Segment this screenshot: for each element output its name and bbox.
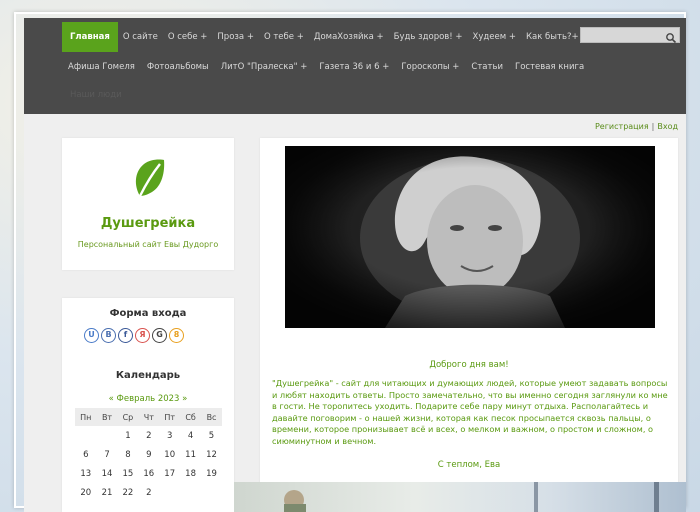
calendar-week-row: 13 14 15 16 17 18 19 (75, 464, 222, 483)
row2-0[interactable]: Афиша Гомеля (62, 54, 141, 80)
main-content: Доброго дня вам! "Душегрейка" - сайт для… (260, 138, 678, 508)
social-login-icon-3[interactable]: Я (135, 328, 150, 343)
calendar-day[interactable]: 7 (97, 445, 118, 464)
auth-links: Регистрация | Вход (595, 122, 678, 131)
calendar-title: Календарь (115, 370, 181, 381)
intro-text: "Душегрейка" - сайт для читающих и думаю… (272, 378, 668, 446)
search-input[interactable] (581, 33, 667, 48)
calendar-day[interactable]: 2 (138, 426, 159, 445)
calendar-week-row: 20 21 22 2 (75, 483, 222, 502)
calendar-weekday: Пт (159, 408, 181, 426)
calendar-day (180, 483, 201, 502)
site-subtitle: Персональный сайт Евы Дудорго (77, 240, 219, 249)
calendar-day[interactable]: 16 (138, 464, 159, 483)
row1-1[interactable]: О сайте (118, 22, 163, 52)
menu-row-1: Главная О сайте О себе + Проза + О тебе + Дом… (62, 22, 582, 52)
calendar-day[interactable]: 9 (138, 445, 159, 464)
calendar-day[interactable]: 21 (97, 483, 118, 502)
social-login-icon-4[interactable]: G (152, 328, 167, 343)
calendar-day (75, 426, 97, 445)
calendar-day[interactable]: 10 (159, 445, 180, 464)
site-container: Главная О сайте О себе + Проза + О тебе + Дом… (24, 18, 686, 512)
social-login-icon-0[interactable]: U (84, 328, 99, 343)
calendar-day[interactable]: 20 (75, 483, 97, 502)
row1-3[interactable]: Проза + (212, 22, 259, 52)
main-navigation: Главная О сайте О себе + Проза + О тебе + Дом… (24, 18, 686, 114)
register-link[interactable]: Регистрация (595, 122, 649, 131)
calendar-day[interactable]: 8 (117, 445, 138, 464)
calendar-weekday: Ср (117, 408, 139, 426)
calendar-day[interactable]: 5 (201, 426, 222, 445)
row2-1[interactable]: Фотоальбомы (141, 54, 215, 80)
social-login-icon-1[interactable]: B (101, 328, 116, 343)
calendar-day[interactable]: 3 (159, 426, 180, 445)
sidebar-card: Форма входа UBfЯG8 Календарь « Февраль 2… (62, 298, 234, 512)
menu-row-2: Афиша Гомеля Фотоальбомы ЛитО "Пралеска" +… (62, 54, 590, 80)
site-name[interactable]: Душегрейка (62, 216, 234, 231)
calendar-week-row: 12345 (75, 426, 222, 445)
calendar-day (97, 426, 118, 445)
footer-image (234, 482, 686, 512)
calendar-day (159, 483, 180, 502)
row1-4[interactable]: О тебе + (259, 22, 309, 52)
calendar-table: Пн Вт Ср Чт Пт Сб Вс 1 2 3 4 5 6 7 8 9 10 11 12 13 14 15 16 17… (75, 408, 222, 502)
calendar-month-nav[interactable]: « Февраль 2023 » (62, 394, 234, 404)
calendar-day[interactable]: 22 (117, 483, 138, 502)
row1-5[interactable]: ДомаХозяйка + (309, 22, 389, 52)
login-form-title: Форма входа (109, 308, 187, 319)
calendar-day[interactable]: 11 (180, 445, 201, 464)
social-login-buttons: UBfЯG8 (84, 328, 184, 343)
calendar-weekday: Пн (75, 408, 97, 426)
logo-card: Душегрейка Персональный сайт Евы Дудорго (62, 138, 234, 270)
calendar-weekday: Вт (96, 408, 118, 426)
leaf-icon[interactable] (132, 158, 166, 198)
calendar-weekday: Вс (201, 408, 222, 426)
search-icon[interactable] (665, 29, 677, 44)
calendar-day[interactable]: 6 (75, 445, 97, 464)
row2-6[interactable]: Гостевая книга (509, 54, 590, 80)
calendar-day[interactable]: 4 (180, 426, 201, 445)
row2-5[interactable]: Статьи (465, 54, 509, 80)
calendar-day[interactable]: 14 (97, 464, 118, 483)
calendar-day[interactable]: 12 (201, 445, 222, 464)
row2-2[interactable]: ЛитО "Пралеска" + (215, 54, 314, 80)
calendar-day (201, 483, 222, 502)
row1-6[interactable]: Будь здоров! + (389, 22, 468, 52)
row1-8[interactable]: Как быть?+ (521, 22, 584, 52)
menu-item-nashi-lyudi[interactable]: Наши люди (70, 90, 122, 100)
social-login-icon-5[interactable]: 8 (169, 328, 184, 343)
calendar-day[interactable]: 18 (180, 464, 201, 483)
calendar-week-row: 6 7 8 9 10 11 12 (75, 445, 222, 464)
calendar-weekday: Сб (180, 408, 202, 426)
welcome-heading: Доброго дня вам! (429, 360, 509, 370)
search-box (580, 27, 680, 48)
calendar-day[interactable]: 19 (201, 464, 222, 483)
calendar-day[interactable]: 2 (138, 483, 159, 502)
row1-0[interactable]: Главная (62, 22, 118, 52)
row1-2[interactable]: О себе + (163, 22, 213, 52)
signoff-text: С теплом, Ева (437, 460, 501, 470)
row1-7[interactable]: Худеем + (468, 22, 521, 52)
row2-3[interactable]: Газета 36 и 6 + (313, 54, 395, 80)
calendar-day[interactable]: 1 (117, 426, 138, 445)
author-photo (285, 146, 655, 328)
calendar-day[interactable]: 15 (117, 464, 138, 483)
calendar-day[interactable]: 13 (75, 464, 97, 483)
row2-4[interactable]: Гороскопы + (395, 54, 465, 80)
social-login-icon-2[interactable]: f (118, 328, 133, 343)
login-link[interactable]: Вход (657, 122, 678, 131)
calendar-day[interactable]: 17 (159, 464, 180, 483)
calendar-weekday: Чт (138, 408, 160, 426)
